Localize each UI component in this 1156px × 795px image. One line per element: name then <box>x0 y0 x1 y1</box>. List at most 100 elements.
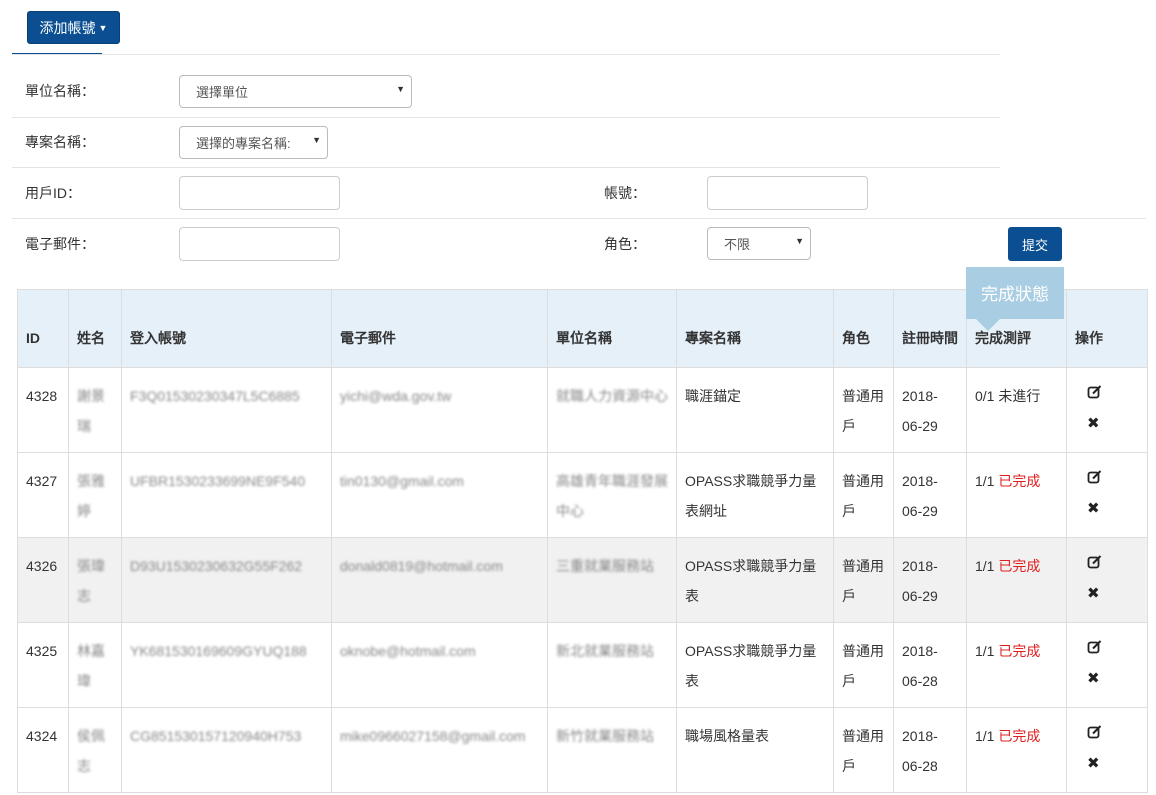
edit-icon[interactable] <box>1087 384 1103 400</box>
user-id-input[interactable] <box>179 176 340 210</box>
completion-score: 1/1 <box>975 558 995 574</box>
cell-project: 職場風格量表 <box>676 707 834 793</box>
table-row: 4327 張雅婷 UFBR1530233699NE9F540 tin0130@g… <box>17 452 1148 538</box>
delete-icon[interactable]: ✖ <box>1087 671 1139 687</box>
delete-icon[interactable]: ✖ <box>1087 756 1139 772</box>
cell-role: 普通用戶 <box>833 452 894 538</box>
completion-status: 已完成 <box>998 643 1041 659</box>
edit-icon[interactable] <box>1087 724 1103 740</box>
cell-role: 普通用戶 <box>833 622 894 708</box>
col-header-project[interactable]: 專案名稱 <box>676 289 834 368</box>
completion-score: 0/1 <box>975 388 995 404</box>
cell-email: mike0966027158@gmail.com <box>331 707 548 793</box>
cell-project: OPASS求職競爭力量表 <box>676 622 834 708</box>
completion-status: 已完成 <box>998 473 1041 489</box>
col-header-actions: 操作 <box>1066 289 1148 368</box>
cell-actions: ✖ <box>1066 622 1148 708</box>
add-account-button[interactable]: 添加帳號 ▼ <box>27 11 120 44</box>
cell-id: 4326 <box>17 537 69 623</box>
cell-unit: 就職人力資源中心 <box>547 367 677 453</box>
completion-status: 已完成 <box>998 728 1041 744</box>
cell-name: 侯佩志 <box>68 707 122 793</box>
col-header-email[interactable]: 電子郵件 <box>331 289 548 368</box>
cell-role: 普通用戶 <box>833 367 894 453</box>
col-header-unit[interactable]: 單位名稱 <box>547 289 677 368</box>
cell-id: 4324 <box>17 707 69 793</box>
edit-icon[interactable] <box>1087 554 1103 570</box>
submit-button[interactable]: 提交 <box>1008 227 1062 261</box>
divider <box>12 54 1000 55</box>
cell-name: 謝景瑞 <box>68 367 122 453</box>
cell-role: 普通用戶 <box>833 537 894 623</box>
cell-id: 4328 <box>17 367 69 453</box>
cell-login: YK681530169609GYUQ188 <box>121 622 332 708</box>
cell-login: CG851530157120940H753 <box>121 707 332 793</box>
cell-reg-date: 2018-06-28 <box>893 622 967 708</box>
cell-email: donald0819@hotmail.com <box>331 537 548 623</box>
table-row: 4324 侯佩志 CG851530157120940H753 mike09660… <box>17 707 1148 793</box>
tooltip-arrow <box>976 319 1000 331</box>
accounts-table: ID 姓名 登入帳號 電子郵件 單位名稱 專案名稱 角色 註冊時間 完成測評 操… <box>17 289 1148 793</box>
cell-completion: 1/1 已完成 <box>966 537 1067 623</box>
email-input[interactable] <box>179 227 340 261</box>
cell-actions: ✖ <box>1066 707 1148 793</box>
cell-email: yichi@wda.gov.tw <box>331 367 548 453</box>
table-row: 4325 林嘉瑋 YK681530169609GYUQ188 oknobe@ho… <box>17 622 1148 708</box>
role-label: 角色： <box>604 236 646 252</box>
cell-project: OPASS求職競爭力量表網址 <box>676 452 834 538</box>
cell-email: tin0130@gmail.com <box>331 452 548 538</box>
role-select-value: 不限 <box>724 237 751 252</box>
cell-login: D93U1530230632G55F262 <box>121 537 332 623</box>
cell-completion: 0/1 未進行 <box>966 367 1067 453</box>
cell-unit: 高雄青年職涯發展中心 <box>547 452 677 538</box>
role-select[interactable]: 不限 ▼ <box>707 227 811 260</box>
col-header-role[interactable]: 角色 <box>833 289 894 368</box>
cell-email: oknobe@hotmail.com <box>331 622 548 708</box>
completion-score: 1/1 <box>975 728 995 744</box>
completion-status: 未進行 <box>998 388 1041 404</box>
unit-select[interactable]: 選擇單位 ▼ <box>179 75 412 108</box>
cell-login: F3Q01530230347L5C6885 <box>121 367 332 453</box>
divider <box>12 117 1000 118</box>
divider <box>12 218 1146 219</box>
account-label: 帳號： <box>604 185 646 201</box>
edit-icon[interactable] <box>1087 639 1103 655</box>
completion-status-tooltip: 完成狀態 <box>966 267 1064 319</box>
cell-project: OPASS求職競爭力量表 <box>676 537 834 623</box>
cell-completion: 1/1 已完成 <box>966 622 1067 708</box>
cell-login: UFBR1530233699NE9F540 <box>121 452 332 538</box>
col-header-name[interactable]: 姓名 <box>68 289 122 368</box>
edit-icon[interactable] <box>1087 469 1103 485</box>
cell-name: 林嘉瑋 <box>68 622 122 708</box>
divider <box>12 167 1000 168</box>
delete-icon[interactable]: ✖ <box>1087 416 1139 432</box>
cell-completion: 1/1 已完成 <box>966 452 1067 538</box>
cell-unit: 新竹就業服務站 <box>547 707 677 793</box>
project-select[interactable]: 選擇的專案名稱: ▼ <box>179 126 328 159</box>
delete-icon[interactable]: ✖ <box>1087 501 1139 517</box>
unit-select-value: 選擇單位 <box>196 85 249 100</box>
table-row: 4328 謝景瑞 F3Q01530230347L5C6885 yichi@wda… <box>17 367 1148 453</box>
cell-reg-date: 2018-06-29 <box>893 537 967 623</box>
account-input[interactable] <box>707 176 868 210</box>
completion-score: 1/1 <box>975 643 995 659</box>
completion-score: 1/1 <box>975 473 995 489</box>
unit-name-label: 單位名稱： <box>25 83 95 99</box>
select-arrow-icon: ▼ <box>396 84 405 94</box>
add-account-label: 添加帳號 <box>39 19 96 36</box>
col-header-id[interactable]: ID <box>17 289 69 368</box>
table-row: 4326 張瑋志 D93U1530230632G55F262 donald081… <box>17 537 1148 623</box>
cell-id: 4325 <box>17 622 69 708</box>
col-header-reg-date[interactable]: 註冊時間 <box>893 289 967 368</box>
cell-actions: ✖ <box>1066 537 1148 623</box>
completion-status: 已完成 <box>998 558 1041 574</box>
delete-icon[interactable]: ✖ <box>1087 586 1139 602</box>
email-label: 電子郵件： <box>25 236 95 252</box>
col-header-login[interactable]: 登入帳號 <box>121 289 332 368</box>
caret-down-icon: ▼ <box>98 22 108 33</box>
cell-role: 普通用戶 <box>833 707 894 793</box>
cell-completion: 1/1 已完成 <box>966 707 1067 793</box>
cell-actions: ✖ <box>1066 367 1148 453</box>
project-name-label: 專案名稱： <box>25 134 95 150</box>
cell-unit: 三重就業服務站 <box>547 537 677 623</box>
